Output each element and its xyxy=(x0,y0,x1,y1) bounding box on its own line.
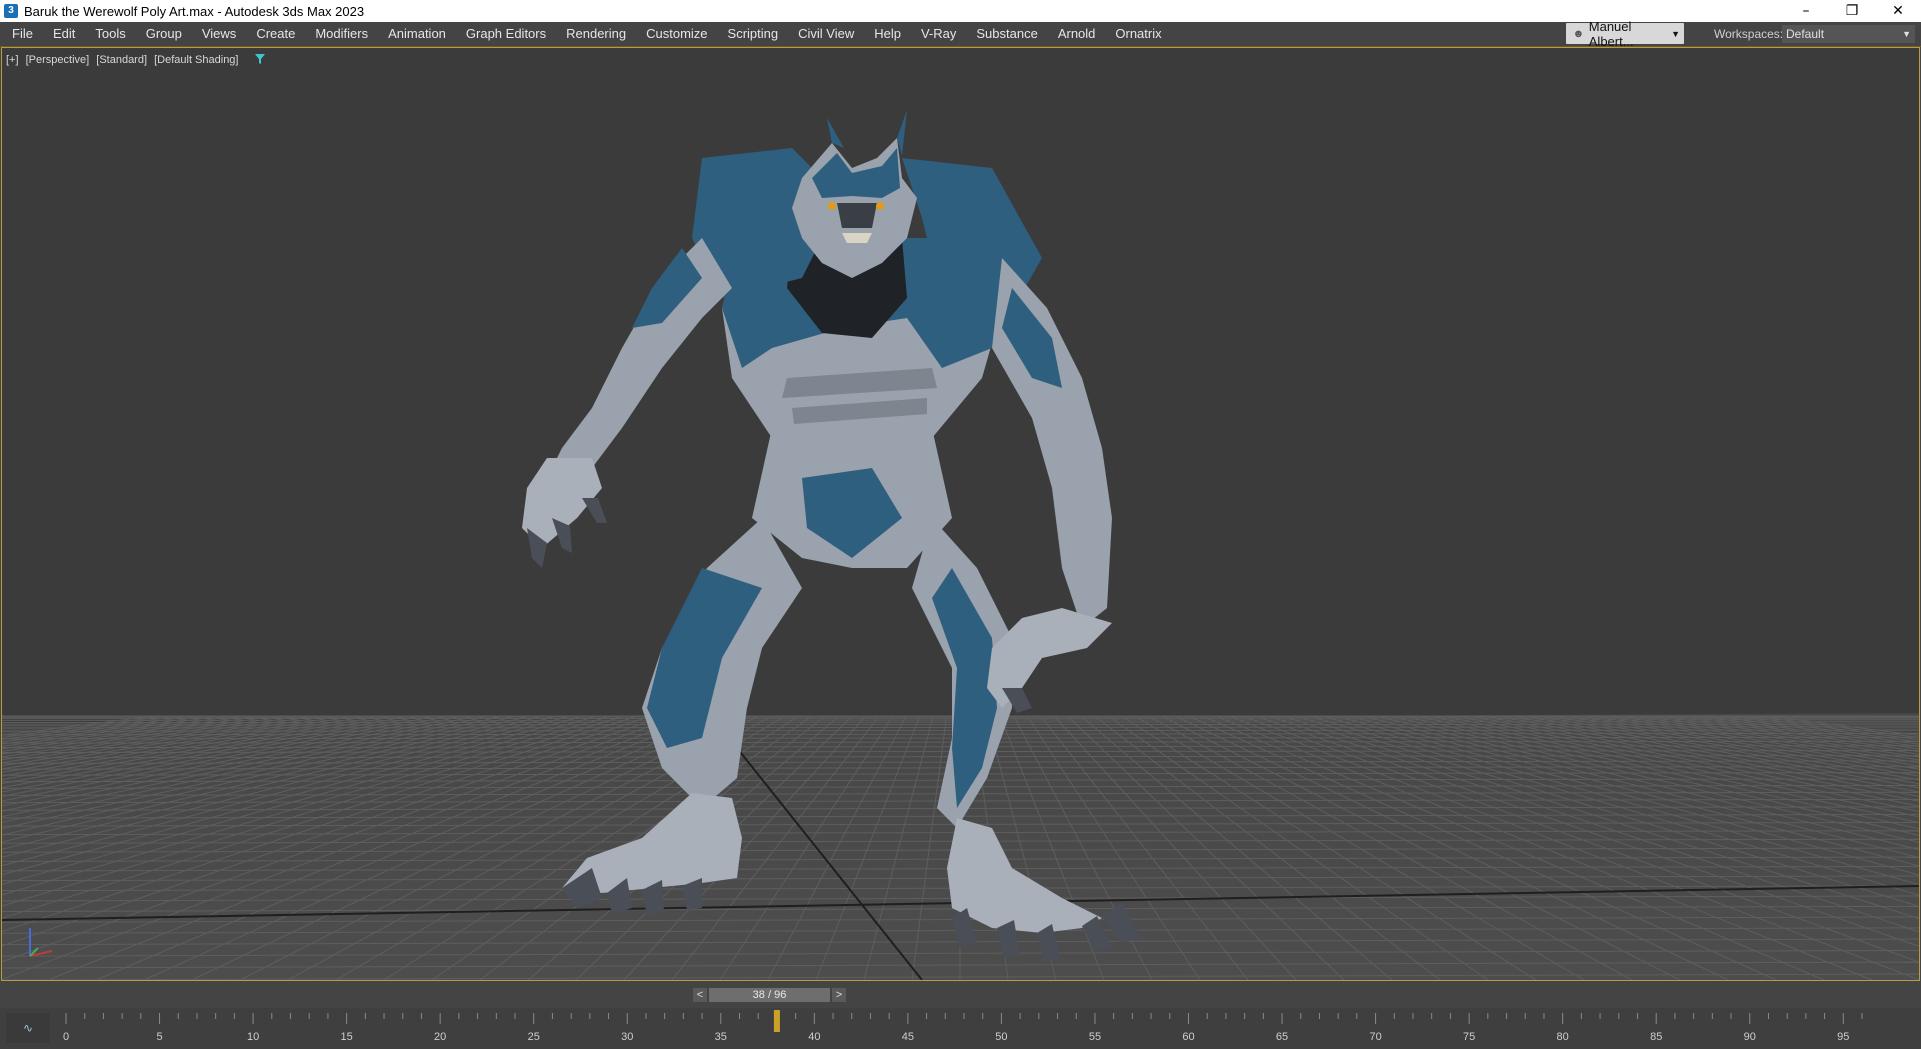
time-slider-prev-button[interactable]: < xyxy=(693,988,707,1002)
track-tick-label: 90 xyxy=(1744,1031,1756,1043)
track-tick-label: 20 xyxy=(434,1031,446,1043)
track-tick-label: 55 xyxy=(1089,1031,1101,1043)
user-name: Manuel Albert... xyxy=(1588,18,1634,49)
menu-vray[interactable]: V-Ray xyxy=(911,22,966,46)
menu-customize[interactable]: Customize xyxy=(636,22,717,46)
filter-icon[interactable] xyxy=(254,53,266,65)
workspaces-dropdown[interactable]: Default ▼ xyxy=(1782,25,1915,43)
3dsmax-app-icon[interactable]: 3 xyxy=(4,4,18,18)
time-slider-bar: < 38 / 96 > xyxy=(0,982,1921,1004)
track-bar[interactable]: ∿ 0 5 10 15 20 25 30 35 40 45 50 55 60 65 70 75 80 85 90 95 xyxy=(0,1008,1921,1049)
chevron-down-icon: ▼ xyxy=(1671,28,1680,39)
track-tick-label: 45 xyxy=(902,1031,914,1043)
user-icon: ☻ xyxy=(1572,27,1585,40)
menu-edit[interactable]: Edit xyxy=(43,22,85,46)
restore-button[interactable]: ❐ xyxy=(1829,0,1875,22)
viewport-pov-menu[interactable]: [Perspective] xyxy=(26,54,90,66)
track-tick-label: 95 xyxy=(1837,1031,1849,1043)
menu-graph-editors[interactable]: Graph Editors xyxy=(456,22,556,46)
menu-rendering[interactable]: Rendering xyxy=(556,22,636,46)
menu-arnold[interactable]: Arnold xyxy=(1048,22,1106,46)
viewport-plus-menu[interactable]: [+] xyxy=(6,54,19,66)
track-tick-label: 10 xyxy=(247,1031,259,1043)
track-playhead[interactable] xyxy=(773,1010,780,1032)
track-tick-label: 0 xyxy=(63,1031,69,1043)
track-tick-label: 5 xyxy=(156,1031,162,1043)
track-tick-label: 80 xyxy=(1557,1031,1569,1043)
track-tick-label: 75 xyxy=(1463,1031,1475,1043)
menu-scripting[interactable]: Scripting xyxy=(718,22,789,46)
track-tick-label: 85 xyxy=(1650,1031,1662,1043)
track-tick-label: 15 xyxy=(341,1031,353,1043)
menu-modifiers[interactable]: Modifiers xyxy=(305,22,378,46)
scene-canvas xyxy=(2,48,1919,980)
time-slider-next-button[interactable]: > xyxy=(832,988,846,1002)
menu-tools[interactable]: Tools xyxy=(85,22,135,46)
menu-create[interactable]: Create xyxy=(246,22,305,46)
menu-group[interactable]: Group xyxy=(136,22,192,46)
track-bar-ruler: 0 5 10 15 20 25 30 35 40 45 50 55 60 65 70 75 80 85 90 95 xyxy=(63,1010,1863,1043)
menu-ornatrix[interactable]: Ornatrix xyxy=(1105,22,1171,46)
viewport-shading-menu[interactable]: [Default Shading] xyxy=(154,54,238,66)
menu-civil-view[interactable]: Civil View xyxy=(788,22,864,46)
track-tick-label: 65 xyxy=(1276,1031,1288,1043)
track-tick-label: 60 xyxy=(1182,1031,1194,1043)
viewport-label-menu: [+] [Perspective] [Standard] [Default Sh… xyxy=(6,54,242,66)
window-title: Baruk the Werewolf Poly Art.max - Autode… xyxy=(24,3,365,19)
track-tick-label: 25 xyxy=(528,1031,540,1043)
track-tick-label: 50 xyxy=(995,1031,1007,1043)
chevron-down-icon: ▼ xyxy=(1902,29,1911,39)
track-tick-label: 40 xyxy=(808,1031,820,1043)
time-slider-thumb[interactable]: 38 / 96 xyxy=(709,988,830,1002)
close-button[interactable]: ✕ xyxy=(1875,0,1921,22)
track-tick-label: 70 xyxy=(1369,1031,1381,1043)
menu-help[interactable]: Help xyxy=(864,22,911,46)
minimize-button[interactable]: – xyxy=(1783,0,1829,22)
user-account-button[interactable]: ☻ Manuel Albert... ▼ xyxy=(1566,19,1684,49)
viewport-standard-menu[interactable]: [Standard] xyxy=(96,54,147,66)
menu-animation[interactable]: Animation xyxy=(378,22,456,46)
track-tick-label: 30 xyxy=(621,1031,633,1043)
menu-substance[interactable]: Substance xyxy=(966,22,1047,46)
workspaces-label: Workspaces: xyxy=(1714,27,1784,41)
workspaces-value: Default xyxy=(1786,27,1825,41)
menu-views[interactable]: Views xyxy=(192,22,246,46)
window-controls: – ❐ ✕ xyxy=(1783,0,1921,22)
perspective-viewport[interactable]: [+] [Perspective] [Standard] [Default Sh… xyxy=(1,47,1920,981)
track-tick-label: 35 xyxy=(715,1031,727,1043)
menu-file[interactable]: File xyxy=(0,22,43,46)
